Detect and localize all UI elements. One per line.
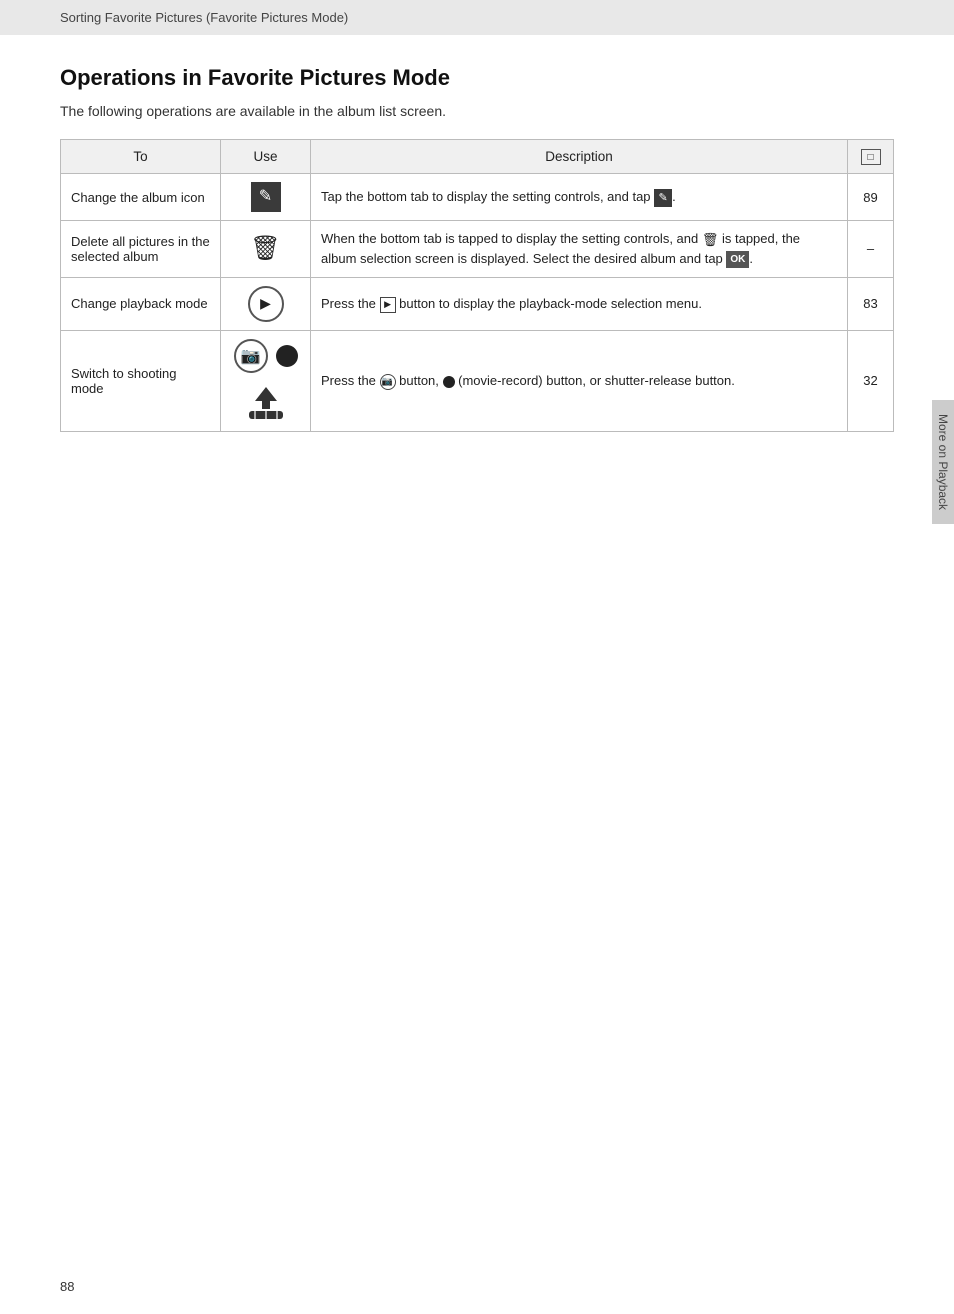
movie-record-icon xyxy=(276,345,298,367)
row2-desc: When the bottom tab is tapped to display… xyxy=(311,221,848,278)
row4-desc: Press the 📷 button, (movie-record) butto… xyxy=(311,330,848,431)
ok-inline-icon: OK xyxy=(726,251,749,268)
operations-table: To Use Description □ Change the album ic… xyxy=(60,139,894,432)
circle-inline-icon xyxy=(443,376,455,388)
col-header-description: Description xyxy=(311,140,848,174)
camera-circle-icon: 📷 xyxy=(234,339,268,373)
row3-use: ▶ xyxy=(221,277,311,330)
row2-to: Delete all pictures in the selected albu… xyxy=(61,221,221,278)
playback-btn-inline: ▶ xyxy=(380,297,396,313)
table-row: Change the album icon ✎ Tap the bottom t… xyxy=(61,174,894,221)
side-tab: More on Playback xyxy=(932,400,954,524)
row3-ref: 83 xyxy=(848,277,894,330)
row2-use: 🗑 xyxy=(221,221,311,278)
subtitle: The following operations are available i… xyxy=(60,103,894,119)
row4-to: Switch to shooting mode xyxy=(61,330,221,431)
header-text: Sorting Favorite Pictures (Favorite Pict… xyxy=(60,10,348,25)
row2-ref: – xyxy=(848,221,894,278)
table-row: Switch to shooting mode 📷 xyxy=(61,330,894,431)
table-row: Change playback mode ▶ Press the ▶ butto… xyxy=(61,277,894,330)
shooting-icons-top: 📷 xyxy=(234,339,298,373)
table-row: Delete all pictures in the selected albu… xyxy=(61,221,894,278)
trash-icon: 🗑 xyxy=(250,235,280,262)
row1-use: ✎ xyxy=(221,174,311,221)
shutter-svg xyxy=(241,385,291,423)
edit-inline-icon: ✎ xyxy=(654,189,672,207)
col-header-to: To xyxy=(61,140,221,174)
page-title: Operations in Favorite Pictures Mode xyxy=(60,65,894,91)
row1-to: Change the album icon xyxy=(61,174,221,221)
shooting-icons: 📷 xyxy=(231,339,300,423)
row3-to: Change playback mode xyxy=(61,277,221,330)
row3-desc: Press the ▶ button to display the playba… xyxy=(311,277,848,330)
shutter-release-icon xyxy=(241,385,291,423)
page-number: 88 xyxy=(60,1279,74,1294)
edit-icon: ✎ xyxy=(251,182,281,212)
col-header-use: Use xyxy=(221,140,311,174)
row1-desc: Tap the bottom tab to display the settin… xyxy=(311,174,848,221)
trash-inline-icon: 🗑 xyxy=(702,232,719,247)
col-header-ref: □ xyxy=(848,140,894,174)
camera-inline-icon: 📷 xyxy=(380,374,396,390)
row4-use: 📷 xyxy=(221,330,311,431)
book-icon: □ xyxy=(861,149,881,165)
playback-circle-icon: ▶ xyxy=(248,286,284,322)
main-content: Operations in Favorite Pictures Mode The… xyxy=(0,35,954,472)
header-bar: Sorting Favorite Pictures (Favorite Pict… xyxy=(0,0,954,35)
row4-ref: 32 xyxy=(848,330,894,431)
row1-ref: 89 xyxy=(848,174,894,221)
